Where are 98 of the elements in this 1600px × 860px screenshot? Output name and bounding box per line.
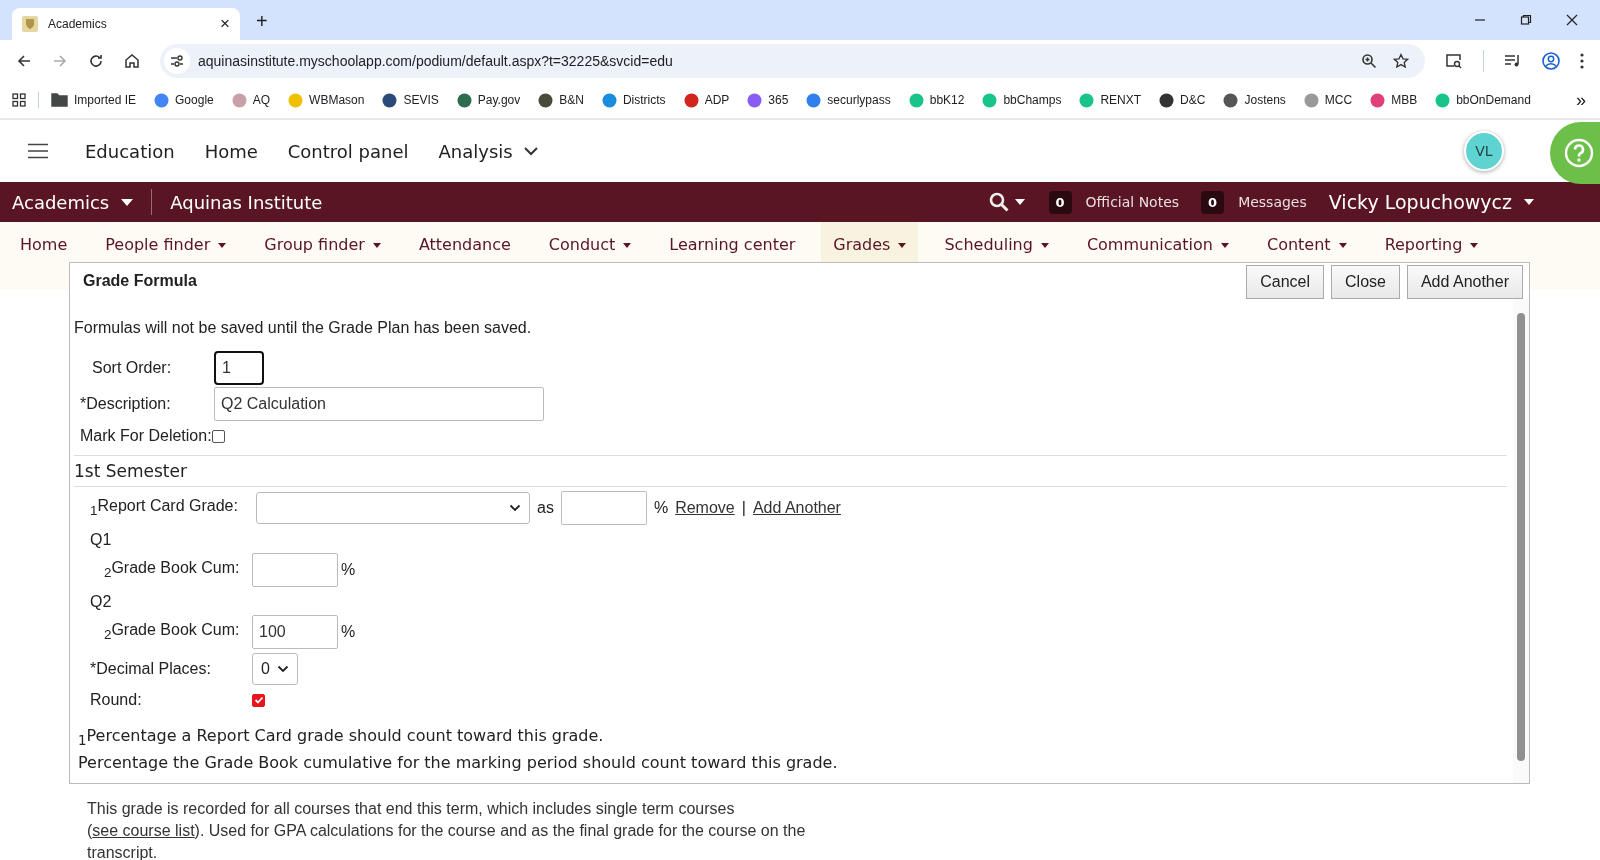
field-label: *Decimal Places: (90, 660, 212, 678)
shield-icon (22, 16, 38, 32)
more-bookmarks-button[interactable]: » (1576, 89, 1586, 111)
school-name: Aquinas Institute (170, 191, 323, 213)
url-text: aquinasinstitute.myschoolapp.com/podium/default.aspx?t=32225&svcid=edu (198, 53, 674, 69)
sort-order-field[interactable]: 1 (214, 351, 264, 385)
percent-field[interactable] (560, 491, 647, 525)
nav-tab[interactable]: Communication (1074, 222, 1241, 290)
screen-search-icon[interactable] (1445, 53, 1463, 69)
messages-count: 0 (1201, 190, 1225, 214)
search-dropdown[interactable] (988, 192, 1025, 212)
bookmark[interactable]: Google (154, 92, 214, 108)
field-label: $_{1}$Report Card Grade: (90, 497, 239, 519)
link-separator: | (741, 499, 746, 517)
menu-icon[interactable] (27, 143, 49, 159)
header-dropdown[interactable]: Analysis (438, 140, 545, 162)
bookmark[interactable]: Imported IE (51, 93, 137, 107)
reload-icon[interactable] (88, 53, 104, 69)
dialog-button[interactable]: Add Another (1406, 265, 1523, 299)
course-list-link[interactable]: see course list (92, 822, 195, 839)
footnote: $_{1}$Percentage a Report Card grade should count toward this grade. (77, 725, 605, 751)
bookmark[interactable]: securlypass (806, 92, 891, 108)
close-tab-button[interactable]: × (220, 14, 230, 34)
header-link[interactable]: Education (85, 140, 175, 162)
bookmark[interactable]: 365 (747, 92, 789, 108)
new-tab-button[interactable]: + (256, 10, 268, 33)
nav-tab[interactable]: Scheduling (932, 222, 1061, 290)
close-icon[interactable] (1566, 14, 1578, 26)
restore-icon[interactable] (1520, 14, 1532, 26)
bookmark[interactable]: MBB (1370, 92, 1418, 108)
official-notes-link[interactable]: Official Notes (1085, 194, 1180, 210)
bookmark[interactable]: B&N (538, 92, 584, 108)
user-menu[interactable]: Vicky Lopuchowycz (1328, 191, 1534, 213)
period-label: Q1 (90, 531, 113, 550)
bookmark[interactable]: AQ (231, 92, 271, 108)
add-another-link[interactable]: Add Another (752, 499, 841, 517)
scrollbar[interactable] (1513, 299, 1529, 783)
bookmark[interactable]: WBMason (288, 92, 365, 108)
period-label: Q2 (90, 593, 113, 612)
checkbox[interactable] (252, 693, 265, 707)
section-heading: 1st Semester (74, 455, 1507, 487)
dialog-button[interactable]: Close (1331, 265, 1400, 299)
field-label: Round: (90, 691, 143, 709)
browser-tab[interactable]: Academics × (12, 8, 240, 40)
footnote: Percentage the Grade Book cumulative for the marking period should count toward this grade. (77, 752, 839, 775)
nav-tab[interactable]: Home (8, 222, 80, 290)
bookmark[interactable]: MCC (1303, 92, 1353, 108)
menu-icon[interactable] (1580, 53, 1584, 69)
bookmark[interactable]: ADP (683, 92, 730, 108)
field-label: Mark For Deletion: (80, 427, 212, 445)
notice-text: Formulas will not be saved until the Grade Plan has been saved. (74, 319, 533, 337)
grade-book-field[interactable] (252, 553, 338, 587)
field-label: $_{2}$Grade Book Cum: (104, 559, 241, 581)
bookmark[interactable]: RENXT (1079, 92, 1142, 108)
address-bar[interactable]: aquinasinstitute.myschoolapp.com/podium/default.aspx?t=32225&svcid=edu (160, 44, 1425, 78)
tab-title: Academics (48, 17, 108, 31)
nav-tab[interactable]: Group finder (252, 222, 393, 290)
bookmark[interactable]: D&C (1159, 92, 1206, 108)
bookmark[interactable]: Jostens (1223, 92, 1286, 108)
percent-sign: % (341, 561, 356, 579)
percent-sign: % (653, 499, 669, 517)
grade-book-field[interactable]: 100 (252, 615, 338, 649)
site-settings-icon[interactable] (164, 48, 190, 74)
dialog-button[interactable]: Cancel (1246, 265, 1324, 299)
profile-icon[interactable] (1542, 52, 1560, 70)
back-icon[interactable] (16, 53, 32, 69)
nav-tab[interactable]: Conduct (536, 222, 644, 290)
field-label: $_{2}$Grade Book Cum: (104, 621, 241, 643)
checkbox[interactable] (211, 429, 225, 443)
description-field[interactable]: Q2 Calculation (214, 387, 544, 421)
apps-icon[interactable] (12, 93, 26, 107)
field-label: *Description: (80, 395, 172, 413)
bookmark[interactable]: Pay.gov (456, 92, 521, 108)
chevron-icon (522, 146, 539, 156)
as-label: as (537, 499, 554, 517)
header-link[interactable]: Home (204, 140, 258, 162)
percent-sign: % (341, 623, 356, 641)
notes-count: 0 (1048, 190, 1072, 214)
star-icon[interactable] (1393, 53, 1409, 69)
bookmark[interactable]: bbK12 (908, 92, 965, 108)
bookmark[interactable]: Districts (601, 92, 666, 108)
help-icon (1564, 138, 1594, 168)
decimal-select[interactable]: 0 (252, 653, 298, 685)
bookmark[interactable]: SEVIS (382, 92, 439, 108)
home-icon[interactable] (124, 53, 140, 69)
chevron-icon (509, 504, 521, 512)
chevron-icon (277, 665, 289, 673)
media-icon[interactable] (1504, 53, 1522, 69)
remove-link[interactable]: Remove (675, 499, 735, 517)
avatar[interactable]: VL (1464, 131, 1504, 171)
zoom-icon[interactable] (1361, 53, 1377, 69)
messages-link[interactable]: Messages (1238, 194, 1307, 210)
bookmark[interactable]: bbChamps (982, 92, 1062, 108)
module-dropdown[interactable]: Academics (12, 191, 134, 213)
field-label: Sort Order: (92, 359, 173, 377)
header-link[interactable]: Control panel (287, 140, 409, 162)
bookmark[interactable]: bbOnDemand (1435, 92, 1531, 108)
dialog-title: Grade Formula (83, 272, 197, 290)
